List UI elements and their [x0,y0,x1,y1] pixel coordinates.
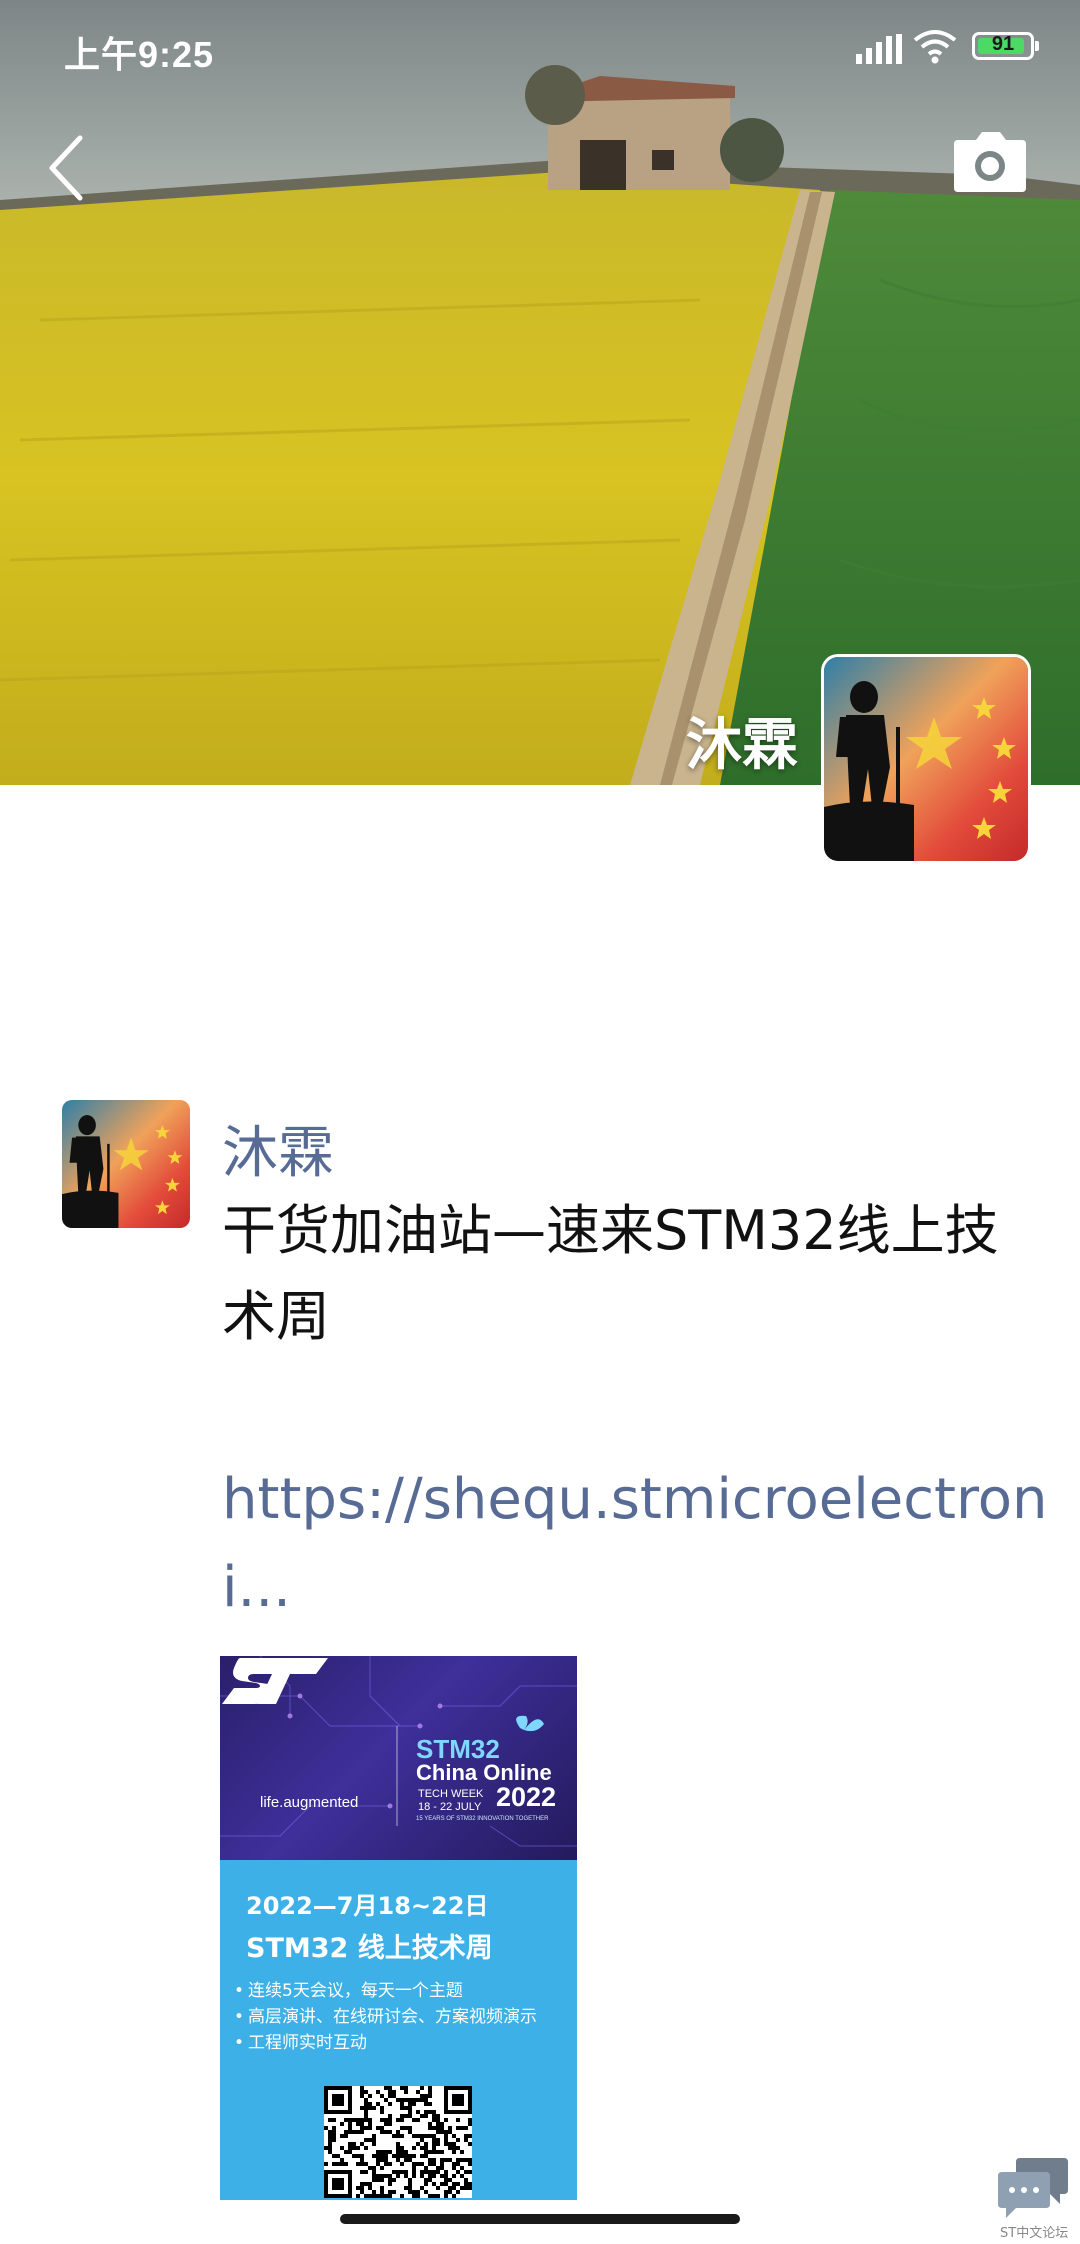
st-logo [222,1658,328,1704]
event-week-label: TECH WEEK [418,1788,484,1800]
home-indicator[interactable] [340,2214,740,2224]
profile-avatar[interactable] [824,657,1028,861]
poster-date: 2022—7月18~22日 [246,1892,489,1920]
qr-code-image [324,2086,472,2198]
poster-title: STM32 线上技术周 [246,1933,493,1964]
post-image[interactable]: life.augmented STM32 China Online TECH W… [220,1656,577,2200]
event-dates-en: 18 - 22 JULY [418,1801,482,1813]
forum-chat-icon [998,2158,1068,2218]
wifi-icon [913,30,957,64]
battery-icon: 91 [972,32,1039,60]
post-author-name[interactable]: 沐霖 [222,1108,334,1189]
battery-level: 91 [991,33,1015,55]
event-year: 2022 [496,1782,557,1812]
forum-watermark: ST中文论坛 [1000,2226,1069,2241]
event-subtitle: 15 YEARS OF STM32 INNOVATION TOGETHER [416,1816,549,1822]
chevron-left-icon [49,135,83,201]
poster-bullet: 连续5天会议，每天一个主题 [234,1978,537,2004]
qr-code [324,2086,472,2198]
post-text: 干货加油站—速来STM32线上技术周 [222,1199,999,1348]
poster-bullets: 连续5天会议，每天一个主题 高层演讲、在线研讨会、方案视频演示 工程师实时互动 [234,1978,537,2056]
st-tagline: life.augmented [260,1794,359,1811]
status-time: 上午9:25 [64,34,215,75]
butterfly-icon [516,1715,544,1732]
profile-name[interactable]: 沐霖 [686,700,798,781]
post-author-avatar[interactable] [62,1100,190,1228]
avatar-image [824,657,1028,861]
poster-header: life.augmented STM32 China Online TECH W… [220,1656,577,1860]
poster-bullet: 高层演讲、在线研讨会、方案视频演示 [234,2004,537,2030]
event-week: TECH WEEK 18 - 22 JULY [418,1788,483,1814]
signal-icon [856,34,902,64]
back-button[interactable] [34,128,94,208]
camera-icon [954,132,1026,192]
poster-bullet: 工程师实时互动 [234,2030,537,2056]
status-bar: 上午9:25 91 [0,0,1080,100]
camera-button[interactable] [950,130,1030,200]
avatar-image [62,1100,190,1228]
post-link[interactable]: https://shequ.stmicroelectroni... [222,1456,1052,1632]
